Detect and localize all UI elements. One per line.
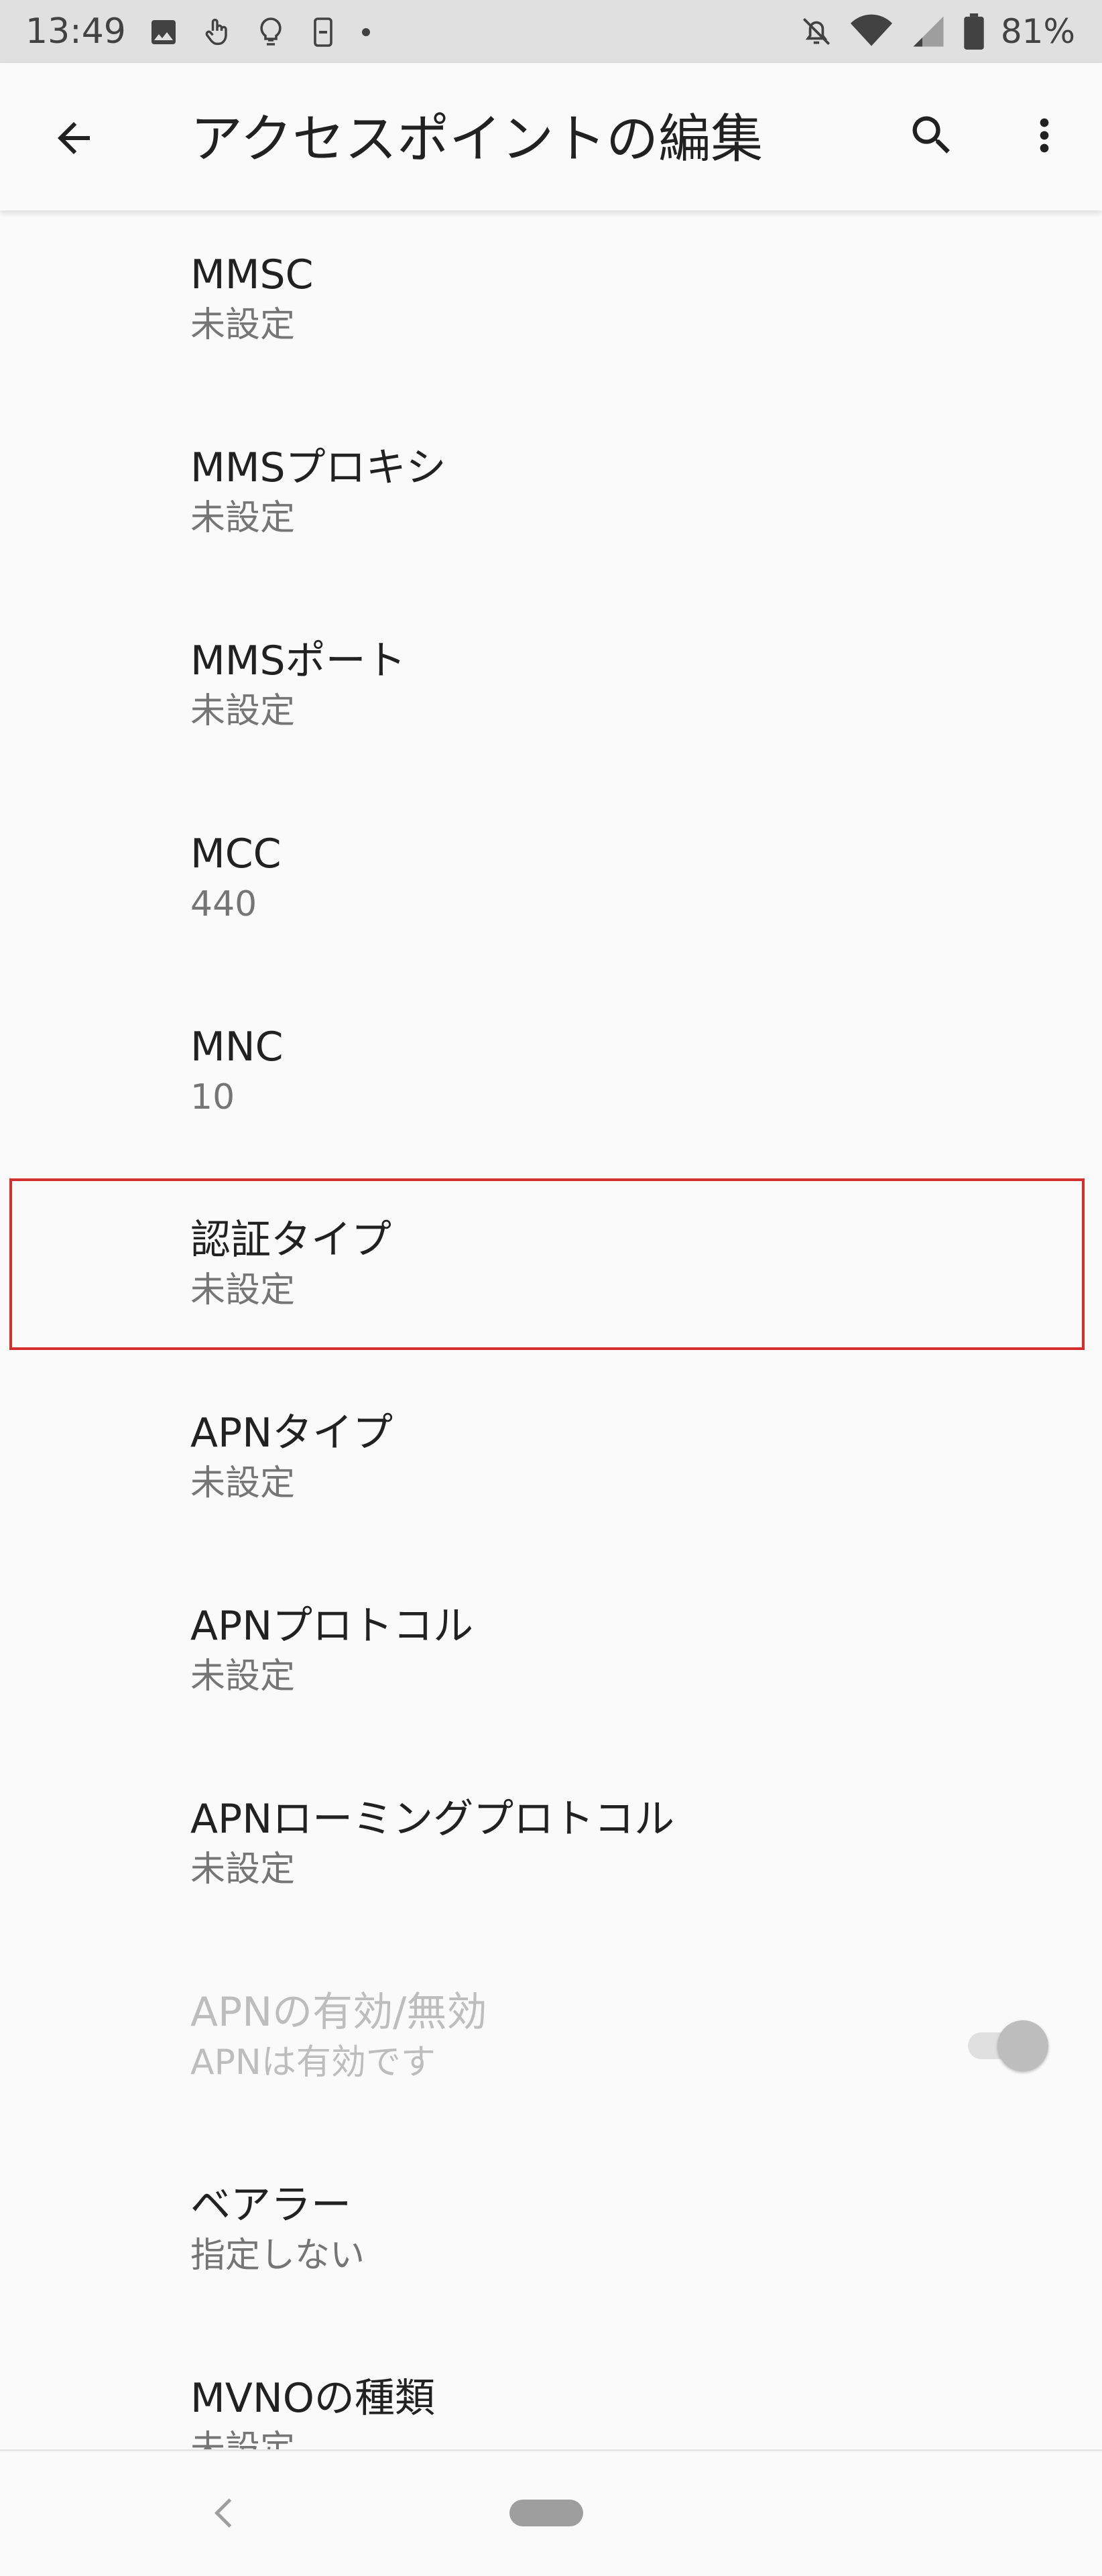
setting-apn-enable: APNの有効/無効 APNは有効です: [0, 1948, 1102, 2141]
setting-value: 10: [190, 1077, 235, 1117]
setting-auth-type[interactable]: 認証タイプ 未設定: [0, 1176, 1102, 1369]
setting-value: APNは有効です: [190, 2042, 436, 2083]
setting-value: 未設定: [190, 1656, 296, 1697]
status-right-icons: 81%: [800, 9, 1075, 54]
signal-icon: [913, 16, 944, 47]
notifications-off-icon: [802, 17, 830, 46]
chevron-left-icon: [214, 2498, 232, 2528]
back-button[interactable]: [42, 106, 106, 170]
setting-title: MVNOの種類: [190, 2375, 435, 2422]
setting-apn-type[interactable]: APNタイプ 未設定: [0, 1369, 1102, 1562]
setting-value: 未設定: [190, 498, 296, 538]
setting-value: 未設定: [190, 691, 296, 731]
setting-title: APNプロトコル: [190, 1603, 474, 1650]
setting-value: 未設定: [190, 1463, 296, 1504]
nav-home-pill[interactable]: [509, 2500, 583, 2526]
setting-title: 認証タイプ: [190, 1217, 391, 1264]
setting-title: MNC: [190, 1024, 284, 1070]
apn-enable-toggle: [964, 2018, 1052, 2071]
setting-title: APNの有効/無効: [190, 1989, 487, 2036]
wifi-icon: [850, 14, 892, 46]
arrow-back-icon: [58, 122, 90, 154]
setting-mcc[interactable]: MCC 440: [0, 790, 1102, 983]
dot-icon: [362, 28, 370, 36]
nav-back-button[interactable]: [201, 2489, 249, 2537]
setting-mmsc[interactable]: MMSC 未設定: [0, 210, 1102, 404]
bulb-icon: [260, 17, 282, 46]
setting-title: APNローミングプロトコル: [190, 1796, 675, 1843]
toggle-thumb: [997, 2020, 1048, 2071]
setting-apn-roaming-protocol[interactable]: APNローミングプロトコル 未設定: [0, 1755, 1102, 1948]
search-button[interactable]: [900, 103, 964, 168]
setting-title: ベアラー: [190, 2182, 351, 2229]
status-time: 13:49: [25, 11, 126, 52]
setting-title: APNタイプ: [190, 1410, 393, 1457]
touch-icon: [205, 18, 227, 46]
navigation-bar: [0, 2449, 1102, 2576]
image-icon: [151, 20, 176, 44]
more-options-button[interactable]: [1012, 103, 1077, 168]
setting-mms-proxy[interactable]: MMSプロキシ 未設定: [0, 404, 1102, 597]
setting-apn-protocol[interactable]: APNプロトコル 未設定: [0, 1562, 1102, 1755]
setting-value: 未設定: [190, 1849, 296, 1890]
setting-value: 指定しない: [190, 2235, 365, 2276]
battery-icon: [964, 13, 984, 50]
setting-mms-port[interactable]: MMSポート 未設定: [0, 597, 1102, 790]
page-title: アクセスポイントの編集: [190, 109, 763, 170]
setting-title: MMSポート: [190, 637, 406, 684]
setting-title: MCC: [190, 831, 282, 877]
setting-title: MMSプロキシ: [190, 444, 446, 491]
setting-mnc[interactable]: MNC 10: [0, 983, 1102, 1176]
device-icon: [314, 17, 332, 47]
setting-value: 未設定: [190, 305, 296, 345]
setting-bearer[interactable]: ベアラー 指定しない: [0, 2141, 1102, 2334]
setting-title: MMSC: [190, 251, 314, 298]
status-bar: 13:49 81%: [0, 0, 1102, 63]
app-bar: アクセスポイントの編集: [0, 63, 1102, 210]
setting-value: 未設定: [190, 1270, 296, 1310]
more-vert-icon: [1040, 118, 1049, 153]
search-icon: [912, 116, 950, 154]
battery-percent: 81%: [1000, 12, 1075, 51]
setting-value: 440: [190, 884, 257, 924]
status-left-icons: [147, 13, 373, 51]
